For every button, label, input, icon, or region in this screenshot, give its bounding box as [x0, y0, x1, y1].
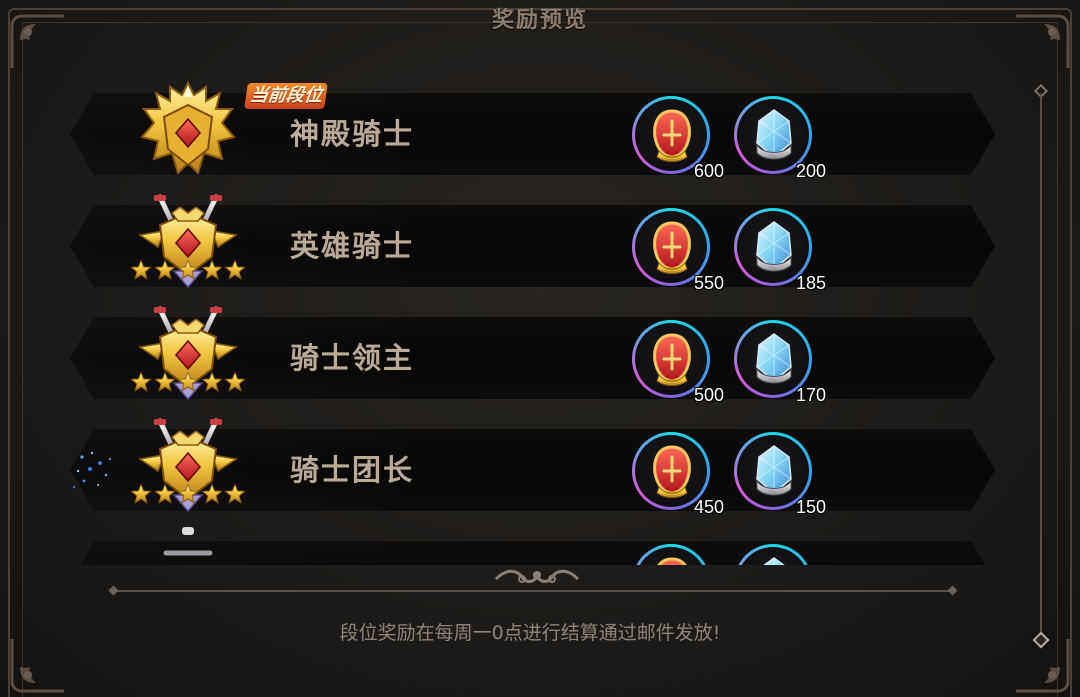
panel-title-bar: 奖励预览: [440, 0, 640, 36]
panel-title: 奖励预览: [491, 8, 588, 33]
winged-crossed-swords-emblem-icon: [132, 191, 244, 301]
reward-quantity: 150: [795, 497, 826, 517]
reward-item[interactable]: 185: [734, 208, 826, 293]
scroll-thumb[interactable]: [1032, 631, 1050, 649]
ornament-corner-icon: [1010, 10, 1074, 74]
crossed-swords-shield-emblem-icon: [132, 415, 244, 525]
reward-ring: [734, 544, 812, 565]
star-icon: [154, 259, 176, 281]
scroll-track[interactable]: [1040, 94, 1042, 644]
reward-quantity: 500: [693, 385, 724, 405]
blue-crystal-shard-icon: [749, 555, 799, 565]
red-gold-badge-icon: [647, 555, 697, 565]
rank-name: 神殿骑士: [290, 117, 415, 151]
rank-reward-preview-panel: 奖励预览 当前段位 神殿骑士 600 200 英雄骑士 550 185 骑士领主…: [0, 0, 1080, 697]
rank-row: 英雄骑士 550 185: [70, 205, 995, 293]
reward-item[interactable]: 170: [734, 320, 826, 405]
star-icon: [177, 371, 199, 393]
rank-row: 当前段位 神殿骑士 600 200: [70, 93, 995, 181]
footer-divider: [112, 565, 954, 595]
reward-quantity: 200: [795, 161, 826, 181]
rank-stars: [130, 259, 246, 283]
reward-item[interactable]: 550: [632, 208, 724, 293]
star-icon: [130, 371, 152, 393]
rank-stars: [130, 483, 246, 507]
reward-item[interactable]: [632, 544, 712, 565]
reward-ring: [632, 544, 710, 565]
rank-name: 英雄骑士: [290, 229, 415, 263]
divider-line: [112, 590, 954, 592]
rank-row: [70, 541, 995, 565]
blue-crystal-shard-icon: [749, 219, 799, 275]
reward-quantity: 450: [693, 497, 724, 517]
red-gold-badge-icon: [647, 331, 697, 387]
red-gold-badge-icon: [647, 443, 697, 499]
red-gold-badge-icon: [647, 219, 697, 275]
star-icon: [177, 259, 199, 281]
blue-crystal-shard-icon: [749, 331, 799, 387]
reward-item[interactable]: 150: [734, 432, 826, 517]
reward-item[interactable]: 200: [734, 96, 826, 181]
reward-quantity: 170: [795, 385, 826, 405]
rank-name: 骑士领主: [290, 341, 415, 375]
reward-item[interactable]: 450: [632, 432, 724, 517]
star-icon: [201, 259, 223, 281]
rank-name: 骑士团长: [290, 453, 415, 487]
star-icon: [177, 483, 199, 505]
reward-item[interactable]: 600: [632, 96, 724, 181]
star-icon: [154, 483, 176, 505]
rank-stars: [130, 371, 246, 395]
current-rank-badge: 当前段位: [244, 83, 328, 109]
rank-row: 骑士领主 500 170: [70, 317, 995, 405]
reward-quantity: 600: [693, 161, 724, 181]
ornament-corner-icon: [6, 10, 70, 74]
rank-list[interactable]: 当前段位 神殿骑士 600 200 英雄骑士 550 185 骑士领主 500 …: [60, 80, 1010, 565]
vertical-scrollbar[interactable]: [1032, 83, 1050, 656]
blue-crystal-shard-icon: [749, 443, 799, 499]
star-icon: [224, 259, 246, 281]
reward-quantity: 185: [795, 273, 826, 293]
star-icon: [201, 483, 223, 505]
reward-item[interactable]: [734, 544, 814, 565]
rank-row: 骑士团长 450 150: [70, 429, 995, 517]
reward-quantity: 550: [693, 273, 724, 293]
star-icon: [130, 259, 152, 281]
star-icon: [224, 371, 246, 393]
golden-shield-crown-emblem-icon: [132, 80, 244, 189]
reward-item[interactable]: 500: [632, 320, 724, 405]
star-icon: [130, 483, 152, 505]
star-icon: [224, 483, 246, 505]
red-gold-badge-icon: [647, 107, 697, 163]
star-icon: [201, 371, 223, 393]
sparkle-effect-icon: [73, 451, 111, 488]
silver-sword-emblem-icon: [132, 527, 244, 565]
divider-ornament-icon: [492, 565, 582, 589]
blue-crystal-shard-icon: [749, 107, 799, 163]
star-icon: [154, 371, 176, 393]
crossed-swords-shield-emblem-icon: [132, 303, 244, 413]
footer-note: 段位奖励在每周一0点进行结算通过邮件发放!: [339, 622, 721, 644]
